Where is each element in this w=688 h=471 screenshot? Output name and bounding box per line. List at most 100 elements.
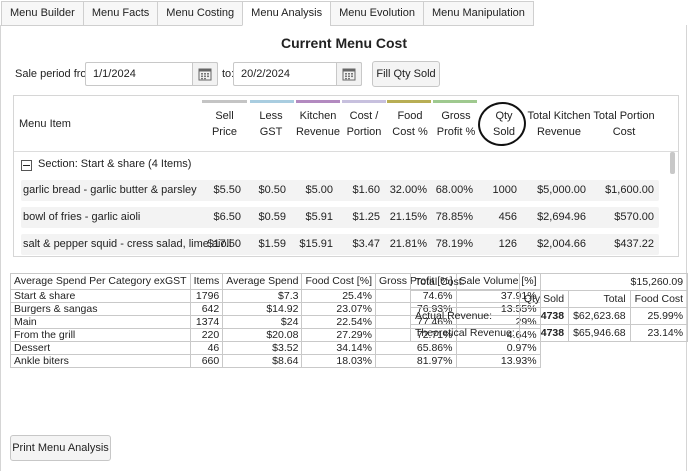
theoretical-food-cost: 23.14% [629,324,688,342]
cell-qty-sold: 126 [498,238,517,250]
category-items: 46 [189,341,224,355]
actual-qty-sold: 4738 [518,307,570,325]
from-date-field[interactable] [85,62,218,86]
cell-cost-portion: $3.47 [352,238,380,250]
cell-sell-price: $6.50 [213,211,241,223]
col-header-gross-profit[interactable]: Gross Profit % [432,108,480,140]
tab-menu-evolution[interactable]: Menu Evolution [330,1,424,26]
from-calendar-button[interactable] [192,62,218,86]
table-row[interactable]: garlic bread - garlic butter & parsley $… [21,180,659,201]
actual-revenue-label: Actual Revenue: [410,307,520,325]
cell-menu-item: salt & pepper squid - cress salad, lime … [23,238,232,250]
grid-scrollbar-thumb[interactable] [670,152,675,174]
table-row[interactable]: salt & pepper squid - cress salad, lime … [21,234,659,255]
theoretical-qty-sold: 4738 [518,324,570,342]
header-bar-sell [202,100,247,103]
cell-total-portion-cost: $437.22 [614,238,654,250]
category-col-header: Average Spend Per Category exGST [10,273,191,290]
table-row: Dessert 46 $3.52 34.14% 65.86% 0.97% [10,341,541,355]
to-calendar-button[interactable] [336,62,362,86]
food-cost-col-header: Food Cost [%] [301,273,376,290]
category-items: 220 [189,328,224,342]
print-menu-analysis-button[interactable]: Print Menu Analysis [10,435,111,461]
cell-qty-sold: 1000 [492,184,517,196]
cell-cost-portion: $1.60 [352,184,380,196]
tab-menu-facts[interactable]: Menu Facts [82,1,159,26]
cost-header-row: Qty Sold Total Food Cost [410,290,688,308]
cell-gross-profit: 78.19% [435,238,473,250]
category-avg-spend: $8.64 [222,354,303,368]
cell-total-kitchen-revenue: $2,004.66 [537,238,586,250]
category-avg-spend: $7.3 [222,289,303,303]
avg-spend-col-header: Average Spend [222,273,303,290]
menu-items-grid: Menu Item Sell Price Less GST Kitchen Reven… [13,95,679,257]
header-divider [14,151,678,152]
grid-scrollbar[interactable] [669,152,675,252]
actual-total: $62,623.68 [568,307,631,325]
food-cost-col-header: Food Cost [629,290,688,308]
col-header-food-cost[interactable]: Food Cost % [387,108,433,140]
collapse-icon[interactable] [21,160,32,171]
calendar-icon [342,68,356,81]
cell-menu-item: bowl of fries - garlic aioli [23,211,141,223]
category-food-cost: 34.14% [301,341,376,355]
col-header-cost-portion[interactable]: Cost / Portion [341,108,387,140]
cell-less-gst: $0.50 [258,184,286,196]
tab-bar: Menu Builder Menu Facts Menu Costing Men… [1,1,534,26]
col-header-less-gst[interactable]: Less GST [248,108,294,140]
qty-sold-col-header: Qty Sold [518,290,570,308]
panel-border-left [0,25,1,471]
tab-menu-builder[interactable]: Menu Builder [1,1,84,26]
cell-total-kitchen-revenue: $2,694.96 [537,211,586,223]
cell-total-kitchen-revenue: $5,000.00 [537,184,586,196]
category-avg-spend: $14.92 [222,302,303,316]
header-bar-cost [342,100,386,103]
total-cost-value: $15,260.09 [518,273,688,291]
category-name: Main [10,315,191,329]
cell-sell-price: $5.50 [213,184,241,196]
category-items: 1796 [189,289,224,303]
cell-gross-profit: 78.85% [435,211,473,223]
panel-border-right [686,25,687,471]
actual-food-cost: 25.99% [629,307,688,325]
col-header-menu-item[interactable]: Menu Item [19,116,71,132]
cell-food-cost: 21.81% [389,238,427,250]
category-items: 1374 [189,315,224,329]
tab-menu-costing[interactable]: Menu Costing [157,1,244,26]
header-bar-gst [250,100,294,103]
table-row[interactable]: bowl of fries - garlic aioli $6.50 $0.59… [21,207,659,228]
col-header-total-portion-cost[interactable]: Total Portion Cost [592,108,656,140]
cost-summary-table: Total Cost: $15,260.09 Qty Sold Total Fo… [410,273,688,342]
tab-menu-manipulation[interactable]: Menu Manipulation [422,1,534,26]
col-header-kitchen-revenue[interactable]: Kitchen Revenue [294,108,342,140]
section-group-row: Section: Start & share (4 Items) [14,154,674,176]
fill-qty-sold-button[interactable]: Fill Qty Sold [372,61,440,87]
category-food-cost: 22.54% [301,315,376,329]
tab-menu-analysis[interactable]: Menu Analysis [242,1,332,26]
col-header-qty-sold[interactable]: Qty Sold [484,108,524,140]
actual-revenue-row: Actual Revenue: 4738 $62,623.68 25.99% [410,307,688,325]
col-header-sell-price[interactable]: Sell Price [202,108,247,140]
category-items: 642 [189,302,224,316]
theoretical-revenue-row: Theoretical Revenue: 4738 $65,946.68 23.… [410,324,688,342]
table-row: Ankle biters 660 $8.64 18.03% 81.97% 13.… [10,354,541,368]
cell-sell-price: $17.50 [207,238,241,250]
theoretical-total: $65,946.68 [568,324,631,342]
header-bar-kitchen [296,100,340,103]
cell-qty-sold: 456 [498,211,517,223]
cell-total-portion-cost: $1,600.00 [605,184,654,196]
category-sale-volume: 13.93% [455,354,541,368]
cell-total-portion-cost: $570.00 [614,211,654,223]
category-name: From the grill [10,328,191,342]
category-avg-spend: $20.08 [222,328,303,342]
header-bar-gross [433,100,477,103]
cost-header-blank [410,290,520,308]
cell-menu-item: garlic bread - garlic butter & parsley [23,184,197,196]
col-header-total-kitchen-revenue[interactable]: Total Kitchen Revenue [526,108,592,140]
cell-cost-portion: $1.25 [352,211,380,223]
total-cost-label: Total Cost: [410,273,520,291]
category-gross-profit: 65.86% [374,341,457,355]
category-avg-spend: $3.52 [222,341,303,355]
total-col-header: Total [568,290,631,308]
to-date-field[interactable] [233,62,362,86]
